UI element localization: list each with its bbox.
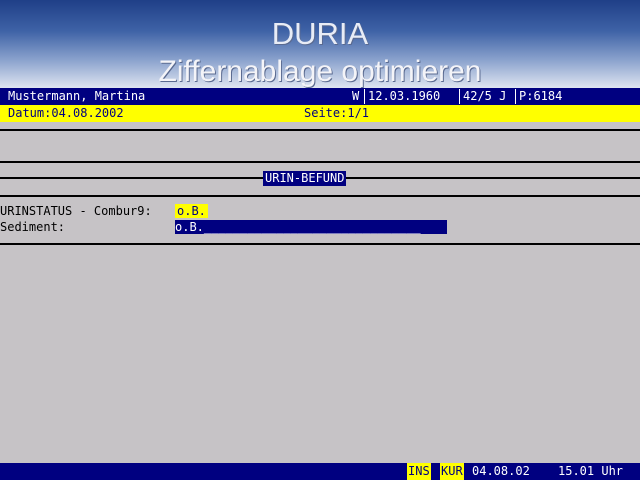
app-subtitle: Ziffernablage optimieren bbox=[158, 55, 482, 88]
separator bbox=[364, 89, 365, 104]
divider bbox=[0, 195, 640, 197]
patient-birthdate: 12.03.1960 bbox=[368, 89, 441, 103]
patient-id: P:6184 bbox=[519, 89, 563, 103]
patient-bar: Mustermann, Martina W 12.03.1960 42/5 J … bbox=[0, 88, 640, 105]
urinstatus-field[interactable]: o.B. bbox=[175, 204, 208, 218]
patient-sex: W bbox=[352, 89, 360, 103]
status-date: 04.08.02 bbox=[472, 464, 530, 478]
patient-name: Mustermann, Martina bbox=[8, 89, 146, 103]
section-title: URIN-BEFUND bbox=[263, 171, 347, 186]
status-bar: INS KUR 04.08.02 15.01 Uhr bbox=[0, 463, 640, 480]
divider bbox=[0, 129, 640, 131]
sediment-label: Sediment: bbox=[0, 220, 66, 234]
kur-mode-indicator: KUR bbox=[440, 463, 464, 480]
separator bbox=[459, 89, 460, 104]
divider bbox=[0, 161, 640, 163]
app-title: DURIA bbox=[271, 16, 369, 51]
divider bbox=[0, 243, 640, 245]
urinstatus-label: URINSTATUS - Combur9: bbox=[0, 204, 152, 218]
sediment-field[interactable]: o.B.______________________________ bbox=[175, 220, 447, 234]
status-time: 15.01 Uhr bbox=[558, 464, 624, 478]
separator bbox=[515, 89, 516, 104]
patient-age: 42/5 J bbox=[463, 89, 507, 103]
datum-label: Datum:04.08.2002 bbox=[8, 106, 124, 120]
app-header: DURIA Ziffernablage optimieren bbox=[0, 0, 640, 88]
ins-mode-indicator: INS bbox=[407, 463, 431, 480]
date-bar: Datum:04.08.2002 Seite:1/1 bbox=[0, 105, 640, 122]
seite-label: Seite:1/1 bbox=[304, 106, 370, 120]
